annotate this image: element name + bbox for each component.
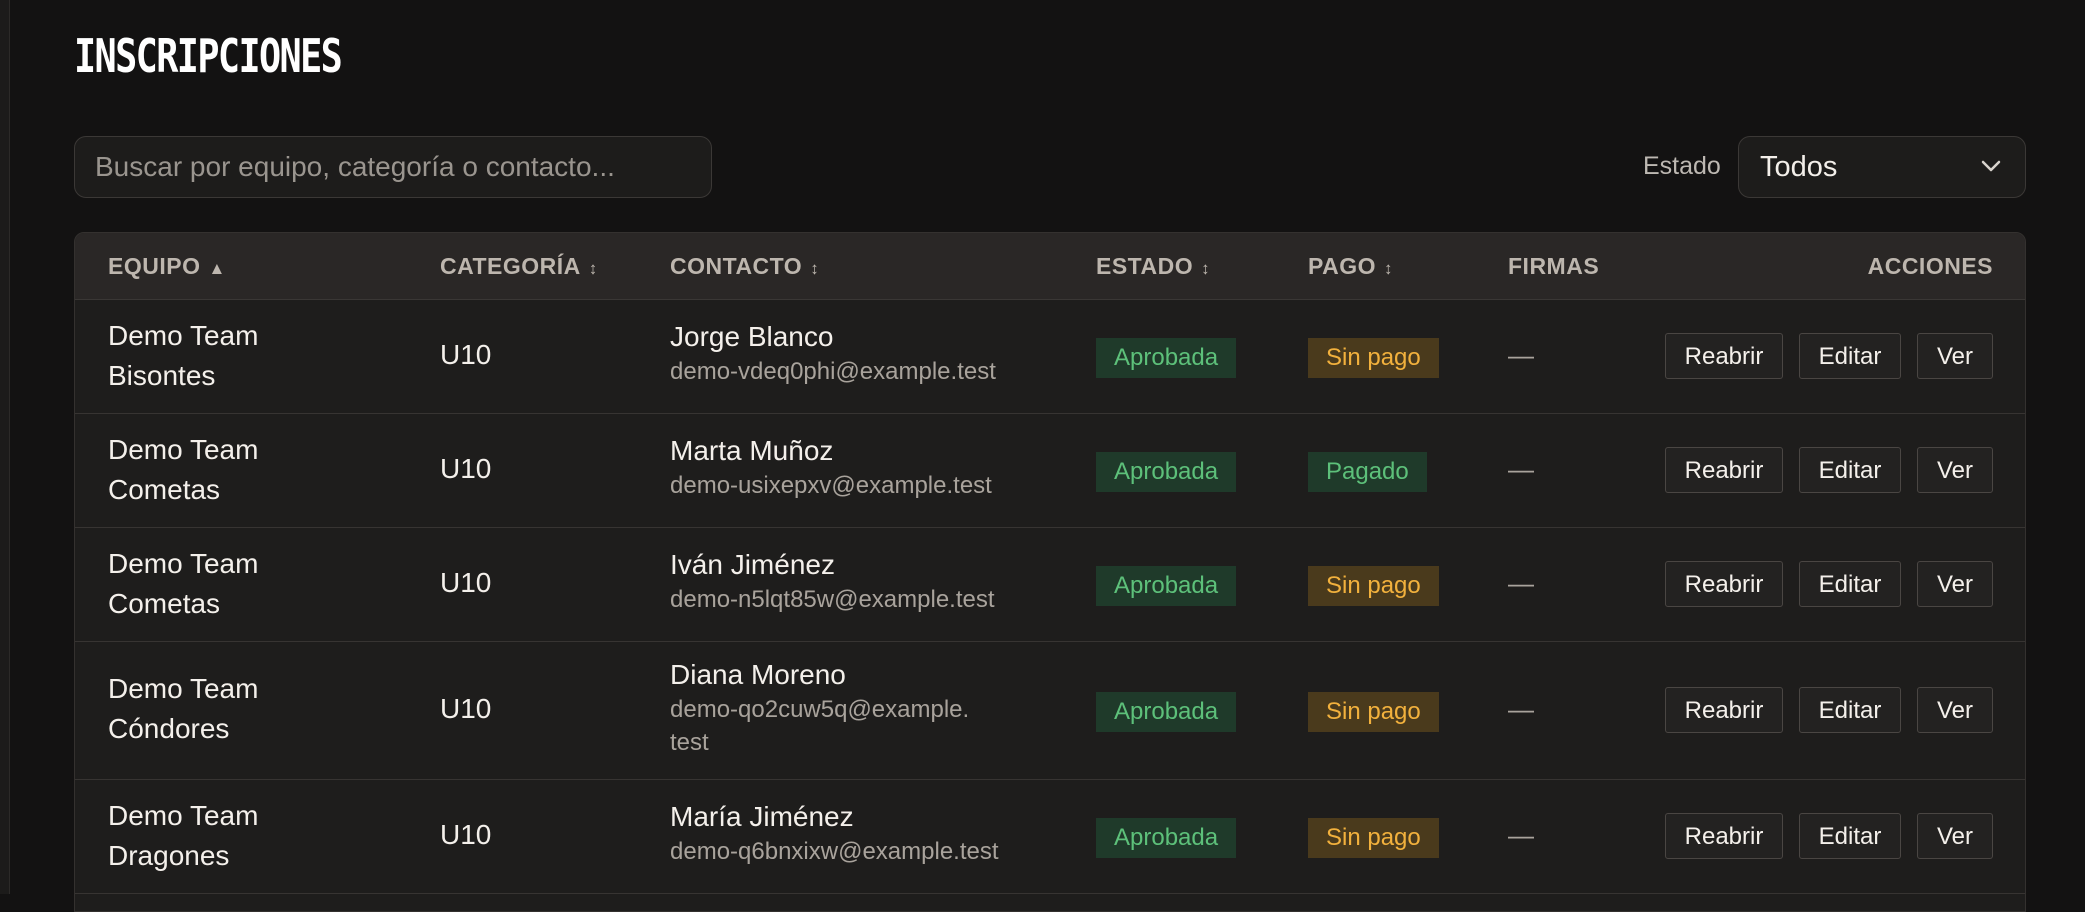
contact-name: María Jiménez — [670, 801, 854, 832]
sort-icon: ↕ — [1201, 259, 1211, 278]
team-name: Demo Team Bisontes — [108, 320, 259, 391]
status-filter-select[interactable]: Todos — [1738, 136, 2026, 198]
column-header-status[interactable]: ESTADO ↕ — [1096, 253, 1210, 280]
contact-email: demo-usixepxv@example.test — [670, 472, 992, 499]
search-input[interactable] — [74, 136, 712, 198]
edit-button[interactable]: Editar — [1799, 447, 1901, 493]
team-name: Demo Team Cometas — [108, 548, 259, 619]
status-filter-value: Todos — [1760, 151, 1838, 183]
column-header-team[interactable]: EQUIPO ▲ — [108, 253, 226, 280]
edit-button[interactable]: Editar — [1799, 687, 1901, 733]
table-row: Demo Team Cóndores U10 Diana Moreno demo… — [75, 642, 2025, 780]
contact-email: demo-q6bnxixw@example.test — [670, 838, 999, 865]
contact-name: Diana Moreno — [670, 659, 846, 690]
category-cell: U10 — [440, 339, 492, 370]
payment-badge: Sin pago — [1308, 692, 1439, 732]
edit-button[interactable]: Editar — [1799, 333, 1901, 379]
table-header: EQUIPO ▲ CATEGORÍA ↕ CONTACTO ↕ ESTADO ↕ PAG… — [75, 233, 2025, 300]
column-header-actions: ACCIONES — [1867, 253, 1993, 279]
page-title: INSCRIPCIONES — [74, 29, 343, 83]
column-header-team-label: EQUIPO — [108, 253, 201, 279]
team-name: Demo Team Cóndores — [108, 673, 259, 744]
payment-badge: Pagado — [1308, 452, 1427, 492]
table-row: Demo Team Bisontes U10 Jorge Blanco demo… — [75, 300, 2025, 414]
view-button[interactable]: Ver — [1917, 333, 1993, 379]
left-rail — [0, 0, 10, 894]
column-header-category-label: CATEGORÍA — [440, 253, 581, 279]
sort-icon: ↕ — [1384, 259, 1394, 278]
reopen-button[interactable]: Reabrir — [1665, 813, 1783, 859]
contact-email: demo-qo2cuw5q@example.test — [670, 696, 970, 756]
payment-badge: Sin pago — [1308, 818, 1439, 858]
status-filter-label: Estado — [1643, 152, 1721, 180]
status-badge: Aprobada — [1096, 692, 1237, 732]
reopen-button[interactable]: Reabrir — [1665, 561, 1783, 607]
contact-cell: Diana Moreno demo-qo2cuw5q@example.test — [670, 657, 970, 759]
category-cell: U10 — [440, 453, 492, 484]
column-header-payment-label: PAGO — [1308, 253, 1377, 279]
reopen-button[interactable]: Reabrir — [1665, 447, 1783, 493]
column-header-status-label: ESTADO — [1096, 253, 1194, 279]
signatures-cell: — — [1508, 820, 1534, 850]
column-header-payment[interactable]: PAGO ↕ — [1308, 253, 1393, 280]
registrations-table: EQUIPO ▲ CATEGORÍA ↕ CONTACTO ↕ ESTADO ↕ PAG… — [74, 232, 2026, 912]
status-badge: Aprobada — [1096, 818, 1237, 858]
sort-icon: ↕ — [810, 259, 820, 278]
contact-cell: Jorge Blanco demo-vdeq0phi@example.test — [670, 319, 1050, 388]
category-cell: U10 — [440, 693, 492, 724]
status-badge: Aprobada — [1096, 566, 1237, 606]
view-button[interactable]: Ver — [1917, 813, 1993, 859]
contact-name: Marta Muñoz — [670, 435, 834, 466]
column-header-category[interactable]: CATEGORÍA ↕ — [440, 253, 598, 280]
table-row: Demo Team Dragones U10 María Jiménez dem… — [75, 780, 2025, 894]
table-row: Demo Team Cometas U10 Iván Jiménez demo-… — [75, 528, 2025, 642]
column-header-contact[interactable]: CONTACTO ↕ — [670, 253, 819, 280]
signatures-cell: — — [1508, 454, 1534, 484]
signatures-cell: — — [1508, 694, 1534, 724]
sort-icon: ↕ — [588, 259, 598, 278]
contact-cell: Iván Jiménez demo-n5lqt85w@example.test — [670, 547, 1050, 616]
payment-badge: Sin pago — [1308, 338, 1439, 378]
contact-name: Jorge Blanco — [670, 321, 834, 352]
table-row: Demo Team Cometas U10 Marta Muñoz demo-u… — [75, 414, 2025, 528]
status-badge: Aprobada — [1096, 452, 1237, 492]
edit-button[interactable]: Editar — [1799, 561, 1901, 607]
contact-email: demo-vdeq0phi@example.test — [670, 358, 996, 385]
status-badge: Aprobada — [1096, 338, 1237, 378]
reopen-button[interactable]: Reabrir — [1665, 687, 1783, 733]
column-header-contact-label: CONTACTO — [670, 253, 803, 279]
contact-email: demo-n5lqt85w@example.test — [670, 586, 995, 613]
sort-asc-icon: ▲ — [208, 259, 226, 278]
view-button[interactable]: Ver — [1917, 561, 1993, 607]
edit-button[interactable]: Editar — [1799, 813, 1901, 859]
signatures-cell: — — [1508, 568, 1534, 598]
reopen-button[interactable]: Reabrir — [1665, 333, 1783, 379]
payment-badge: Sin pago — [1308, 566, 1439, 606]
view-button[interactable]: Ver — [1917, 687, 1993, 733]
signatures-cell: — — [1508, 340, 1534, 370]
contact-name: Iván Jiménez — [670, 549, 835, 580]
team-name: Demo Team Cometas — [108, 434, 259, 505]
team-name: Demo Team Dragones — [108, 800, 259, 871]
view-button[interactable]: Ver — [1917, 447, 1993, 493]
contact-cell: Marta Muñoz demo-usixepxv@example.test — [670, 433, 1050, 502]
category-cell: U10 — [440, 819, 492, 850]
column-header-signatures: FIRMAS — [1508, 253, 1600, 279]
contact-cell: María Jiménez demo-q6bnxixw@example.test — [670, 799, 1050, 868]
chevron-down-icon — [1981, 159, 2001, 178]
category-cell: U10 — [440, 567, 492, 598]
